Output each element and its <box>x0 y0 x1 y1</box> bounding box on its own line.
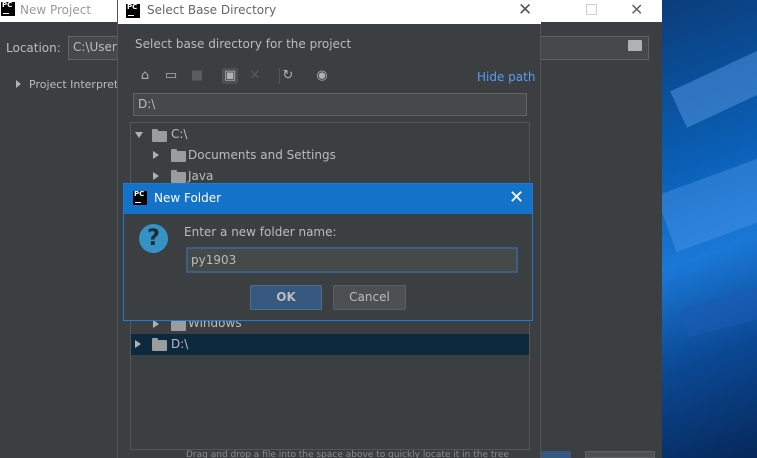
light-beam <box>655 147 757 253</box>
new-folder-dialog: PC New Folder ✕ ? Enter a new folder nam… <box>123 183 533 321</box>
folder-icon <box>171 318 186 331</box>
pycharm-logo-icon: PC <box>133 191 147 205</box>
new-folder-icon[interactable]: ▣ <box>222 68 238 84</box>
folder-name-input[interactable]: py1903 <box>186 247 518 273</box>
browse-folder-icon[interactable] <box>628 40 642 51</box>
dialog-titlebar: PC Select Base Directory ✕ <box>118 0 541 24</box>
maximize-button[interactable] <box>586 4 597 15</box>
new-project-title: New Project <box>20 3 92 17</box>
project-interpreter-toggle[interactable]: Project Interprete <box>16 78 125 91</box>
ok-button[interactable]: OK <box>250 285 322 310</box>
cancel-button[interactable] <box>585 451 655 458</box>
location-label: Location: <box>6 41 61 55</box>
expand-arrow-icon[interactable] <box>153 151 159 159</box>
tree-label: D:\ <box>171 337 189 351</box>
project-interpreter-label: Project Interprete <box>29 78 126 91</box>
show-hidden-icon[interactable]: ◉ <box>314 68 330 84</box>
cancel-button[interactable]: Cancel <box>333 285 406 310</box>
create-button[interactable] <box>541 451 571 458</box>
delete-icon[interactable]: ✕ <box>247 68 263 84</box>
drive-icon <box>152 338 167 351</box>
new-folder-titlebar: PC New Folder ✕ <box>124 184 532 214</box>
path-value: D:\ <box>138 97 156 111</box>
expand-arrow-icon[interactable] <box>153 172 159 180</box>
tree-label: C:\ <box>171 127 188 141</box>
collapse-arrow-icon[interactable] <box>135 132 143 138</box>
expand-arrow-icon <box>16 80 21 88</box>
close-icon[interactable]: ✕ <box>630 0 643 19</box>
pycharm-logo-icon: PC <box>1 2 15 16</box>
tree-row-documents-and-settings[interactable]: Documents and Settings <box>131 145 529 166</box>
refresh-icon[interactable]: ↻ <box>280 68 296 84</box>
folder-icon <box>171 149 186 162</box>
light-beam <box>670 32 757 128</box>
path-field[interactable]: D:\ <box>133 93 527 116</box>
close-icon[interactable]: ✕ <box>518 0 532 20</box>
close-icon[interactable]: ✕ <box>509 187 524 208</box>
light-beam <box>680 272 757 338</box>
folder-name-value: py1903 <box>191 253 237 267</box>
project-icon[interactable]: ■ <box>189 68 205 84</box>
drive-icon <box>152 129 167 142</box>
pycharm-logo-icon: PC <box>126 4 140 18</box>
folder-icon <box>171 170 186 183</box>
tree-label: Documents and Settings <box>188 148 336 162</box>
question-icon: ? <box>139 224 168 253</box>
hide-path-link[interactable]: Hide path <box>477 70 535 84</box>
location-value: C:\Users <box>73 40 124 54</box>
windows-desktop-background <box>655 0 757 458</box>
dialog-description: Select base directory for the project <box>135 37 352 51</box>
dialog-title: Select Base Directory <box>147 3 277 17</box>
new-folder-prompt: Enter a new folder name: <box>184 225 337 239</box>
expand-arrow-icon[interactable] <box>153 320 159 328</box>
drag-drop-hint: Drag and drop a file into the space abov… <box>186 450 509 458</box>
desktop-icon[interactable]: ▭ <box>163 68 179 84</box>
tree-row-d-drive[interactable]: D:\ <box>131 334 529 355</box>
home-icon[interactable]: ⌂ <box>137 68 153 84</box>
expand-arrow-icon[interactable] <box>135 340 141 348</box>
tree-row-c-drive[interactable]: C:\ <box>131 124 529 145</box>
new-folder-title: New Folder <box>154 191 222 205</box>
